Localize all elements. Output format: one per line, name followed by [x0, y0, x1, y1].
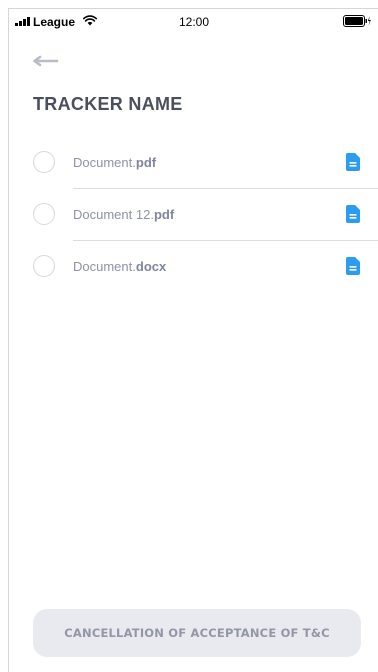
document-extension: docx: [135, 259, 167, 274]
page-title: TRACKER NAME: [33, 94, 183, 114]
radio-button[interactable]: [33, 151, 55, 173]
document-list-item[interactable]: Document.pdf: [9, 137, 378, 189]
wifi-icon: [83, 15, 97, 26]
document-extension: pdf: [135, 155, 157, 170]
back-arrow-icon[interactable]: [31, 53, 59, 69]
document-icon[interactable]: [346, 153, 360, 171]
document-name: Document.pdf: [73, 155, 156, 171]
document-name: Document.docx: [73, 259, 166, 275]
carrier-name: League: [33, 15, 76, 29]
battery-icon: [343, 15, 371, 27]
signal-strength-icon: [15, 17, 30, 26]
document-basename: Document 12.: [73, 207, 154, 222]
status-bar: League 12:00: [9, 9, 378, 35]
document-extension: pdf: [153, 207, 175, 222]
document-list: Document.pdf Document 12.pdf Document.do…: [9, 137, 378, 293]
document-icon[interactable]: [346, 257, 360, 275]
cancel-acceptance-button[interactable]: CANCELLATION OF ACCEPTANCE OF T&C: [33, 609, 361, 657]
clock: 12:00: [179, 15, 210, 29]
document-list-item[interactable]: Document.docx: [9, 241, 378, 293]
document-basename: Document.: [73, 259, 136, 274]
document-basename: Document.: [73, 155, 136, 170]
radio-button[interactable]: [33, 203, 55, 225]
document-icon[interactable]: [346, 205, 360, 223]
document-list-item[interactable]: Document 12.pdf: [9, 189, 378, 241]
radio-button[interactable]: [33, 255, 55, 277]
document-name: Document 12.pdf: [73, 207, 174, 223]
phone-screen: League 12:00 TRACKER NAME Document.pdf D…: [8, 8, 378, 672]
